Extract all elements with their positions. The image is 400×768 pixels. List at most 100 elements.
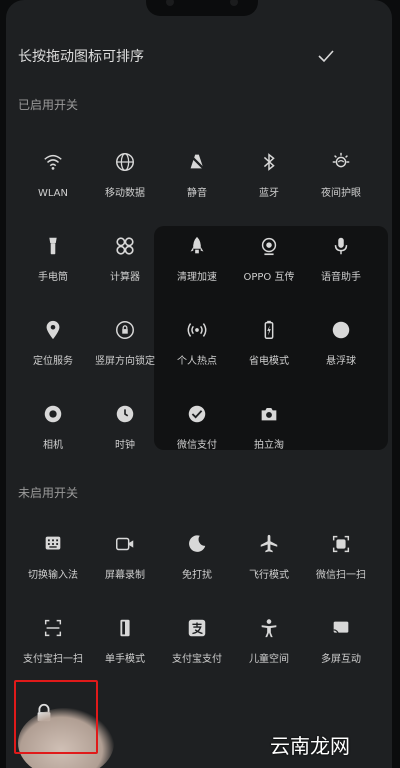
toggle-tile-floating-ball[interactable]: 悬浮球 [308,314,374,384]
toggle-tile-cast[interactable]: 多屏互动 [308,612,374,682]
toggle-label: 竖屏方向锁定 [95,356,155,367]
toggle-tile-flashlight[interactable]: 手电筒 [20,230,86,300]
quick-settings-editor: 长按拖动图标可排序 已启用开关 WLAN 移动数据 静音 蓝牙 夜间护眼手电筒 计算器 清理… [6,0,392,768]
toggle-label: 多屏互动 [321,654,361,665]
toggle-label: 蓝牙 [259,188,279,199]
toggle-label: 个人热点 [177,356,217,367]
disabled-section-label: 未启用开关 [18,486,79,500]
toggle-tile-wechat-scan[interactable]: 微信扫一扫 [308,528,374,598]
floating-ball-icon [325,314,357,346]
camera-dot [166,0,174,6]
screen-record-icon [109,528,141,560]
clock-icon [109,398,141,430]
phone-frame: 长按拖动图标可排序 已启用开关 WLAN 移动数据 静音 蓝牙 夜间护眼手电筒 计算器 清理… [0,0,400,768]
wechat-pay-icon [181,398,213,430]
toggle-tile-screen-record[interactable]: 屏幕录制 [92,528,158,598]
toggle-tile-camera[interactable]: 拍立淘 [236,398,302,468]
toggle-tile-eye-care[interactable]: 夜间护眼 [308,146,374,216]
scan-icon [37,612,69,644]
toggle-tile-microphone[interactable]: 语音助手 [308,230,374,300]
toggle-label: 飞行模式 [249,570,289,581]
toggle-label: 相机 [43,440,63,451]
eye-care-icon [325,146,357,178]
toggle-label: 夜间护眼 [321,188,361,199]
toggle-tile-scan[interactable]: 支付宝扫一扫 [20,612,86,682]
share-icon [253,230,285,262]
toggle-label: WLAN [37,188,68,199]
toggle-tile-hotspot[interactable]: 个人热点 [164,314,230,384]
toggle-tile-wifi[interactable]: WLAN [20,146,86,216]
toggle-label: 悬浮球 [326,356,356,367]
toggle-label: 微信扫一扫 [316,570,366,581]
toggle-tile-location[interactable]: 定位服务 [20,314,86,384]
toggle-tile-calculator[interactable]: 计算器 [92,230,158,300]
toggle-tile-bluetooth[interactable]: 蓝牙 [236,146,302,216]
camera-notch [146,0,258,16]
toggle-tile-wechat-pay[interactable]: 微信支付 [164,398,230,468]
airplane-icon [253,528,285,560]
sensor-dot [230,0,238,6]
child-icon [253,612,285,644]
wechat-scan-icon [325,528,357,560]
toggle-tile-mute[interactable]: 静音 [164,146,230,216]
camera-icon [253,398,285,430]
moon-icon [181,528,213,560]
rocket-icon [181,230,213,262]
toggle-label: 静音 [187,188,207,199]
toggle-tile-rocket[interactable]: 清理加速 [164,230,230,300]
one-hand-icon [109,612,141,644]
toggle-label: 单手模式 [105,654,145,665]
wifi-icon [37,146,69,178]
toggle-tile-battery-saver[interactable]: 省电模式 [236,314,302,384]
toggle-label: 时钟 [115,440,135,451]
toggle-tile-rotation-lock[interactable]: 竖屏方向锁定 [92,314,158,384]
toggle-label: 免打扰 [182,570,212,581]
toggle-tile-keyboard[interactable]: 切换输入法 [20,528,86,598]
confirm-button[interactable] [310,40,342,72]
toggle-label: 定位服务 [33,356,73,367]
mute-icon [181,146,213,178]
flashlight-icon [37,230,69,262]
microphone-icon [325,230,357,262]
header: 长按拖动图标可排序 [6,38,392,74]
toggle-label: 切换输入法 [28,570,78,581]
camera-lens-icon [37,398,69,430]
hotspot-icon [181,314,213,346]
location-icon [37,314,69,346]
toggle-tile-globe[interactable]: 移动数据 [92,146,158,216]
toggle-label: 计算器 [110,272,140,283]
toggle-label: 语音助手 [321,272,361,283]
checkmark-icon [318,50,334,63]
rotation-lock-icon [109,314,141,346]
toggle-label: 移动数据 [105,188,145,199]
toggle-tile-airplane[interactable]: 飞行模式 [236,528,302,598]
highlight-box [14,680,98,754]
calculator-icon [109,230,141,262]
alipay-icon [181,612,213,644]
toggle-label: OPPO 互传 [243,272,295,283]
keyboard-icon [37,528,69,560]
toggle-tile-child[interactable]: 儿童空间 [236,612,302,682]
cast-icon [325,612,357,644]
toggle-tile-share[interactable]: OPPO 互传 [236,230,302,300]
watermark: 云南龙网 [270,734,350,758]
toggle-label: 支付宝支付 [172,654,222,665]
toggle-tile-one-hand[interactable]: 单手模式 [92,612,158,682]
toggle-label: 微信支付 [177,440,217,451]
battery-saver-icon [253,314,285,346]
toggle-label: 屏幕录制 [105,570,145,581]
globe-icon [109,146,141,178]
toggle-tile-clock[interactable]: 时钟 [92,398,158,468]
toggle-label: 省电模式 [249,356,289,367]
toggle-tile-camera-lens[interactable]: 相机 [20,398,86,468]
page-title: 长按拖动图标可排序 [18,49,144,65]
toggle-tile-moon[interactable]: 免打扰 [164,528,230,598]
toggle-label: 拍立淘 [254,440,284,451]
toggle-label: 手电筒 [38,272,68,283]
bluetooth-icon [253,146,285,178]
toggle-label: 儿童空间 [249,654,289,665]
enabled-section-label: 已启用开关 [18,98,79,112]
toggle-label: 清理加速 [177,272,217,283]
toggle-tile-alipay[interactable]: 支付宝支付 [164,612,230,682]
toggle-label: 支付宝扫一扫 [23,654,83,665]
